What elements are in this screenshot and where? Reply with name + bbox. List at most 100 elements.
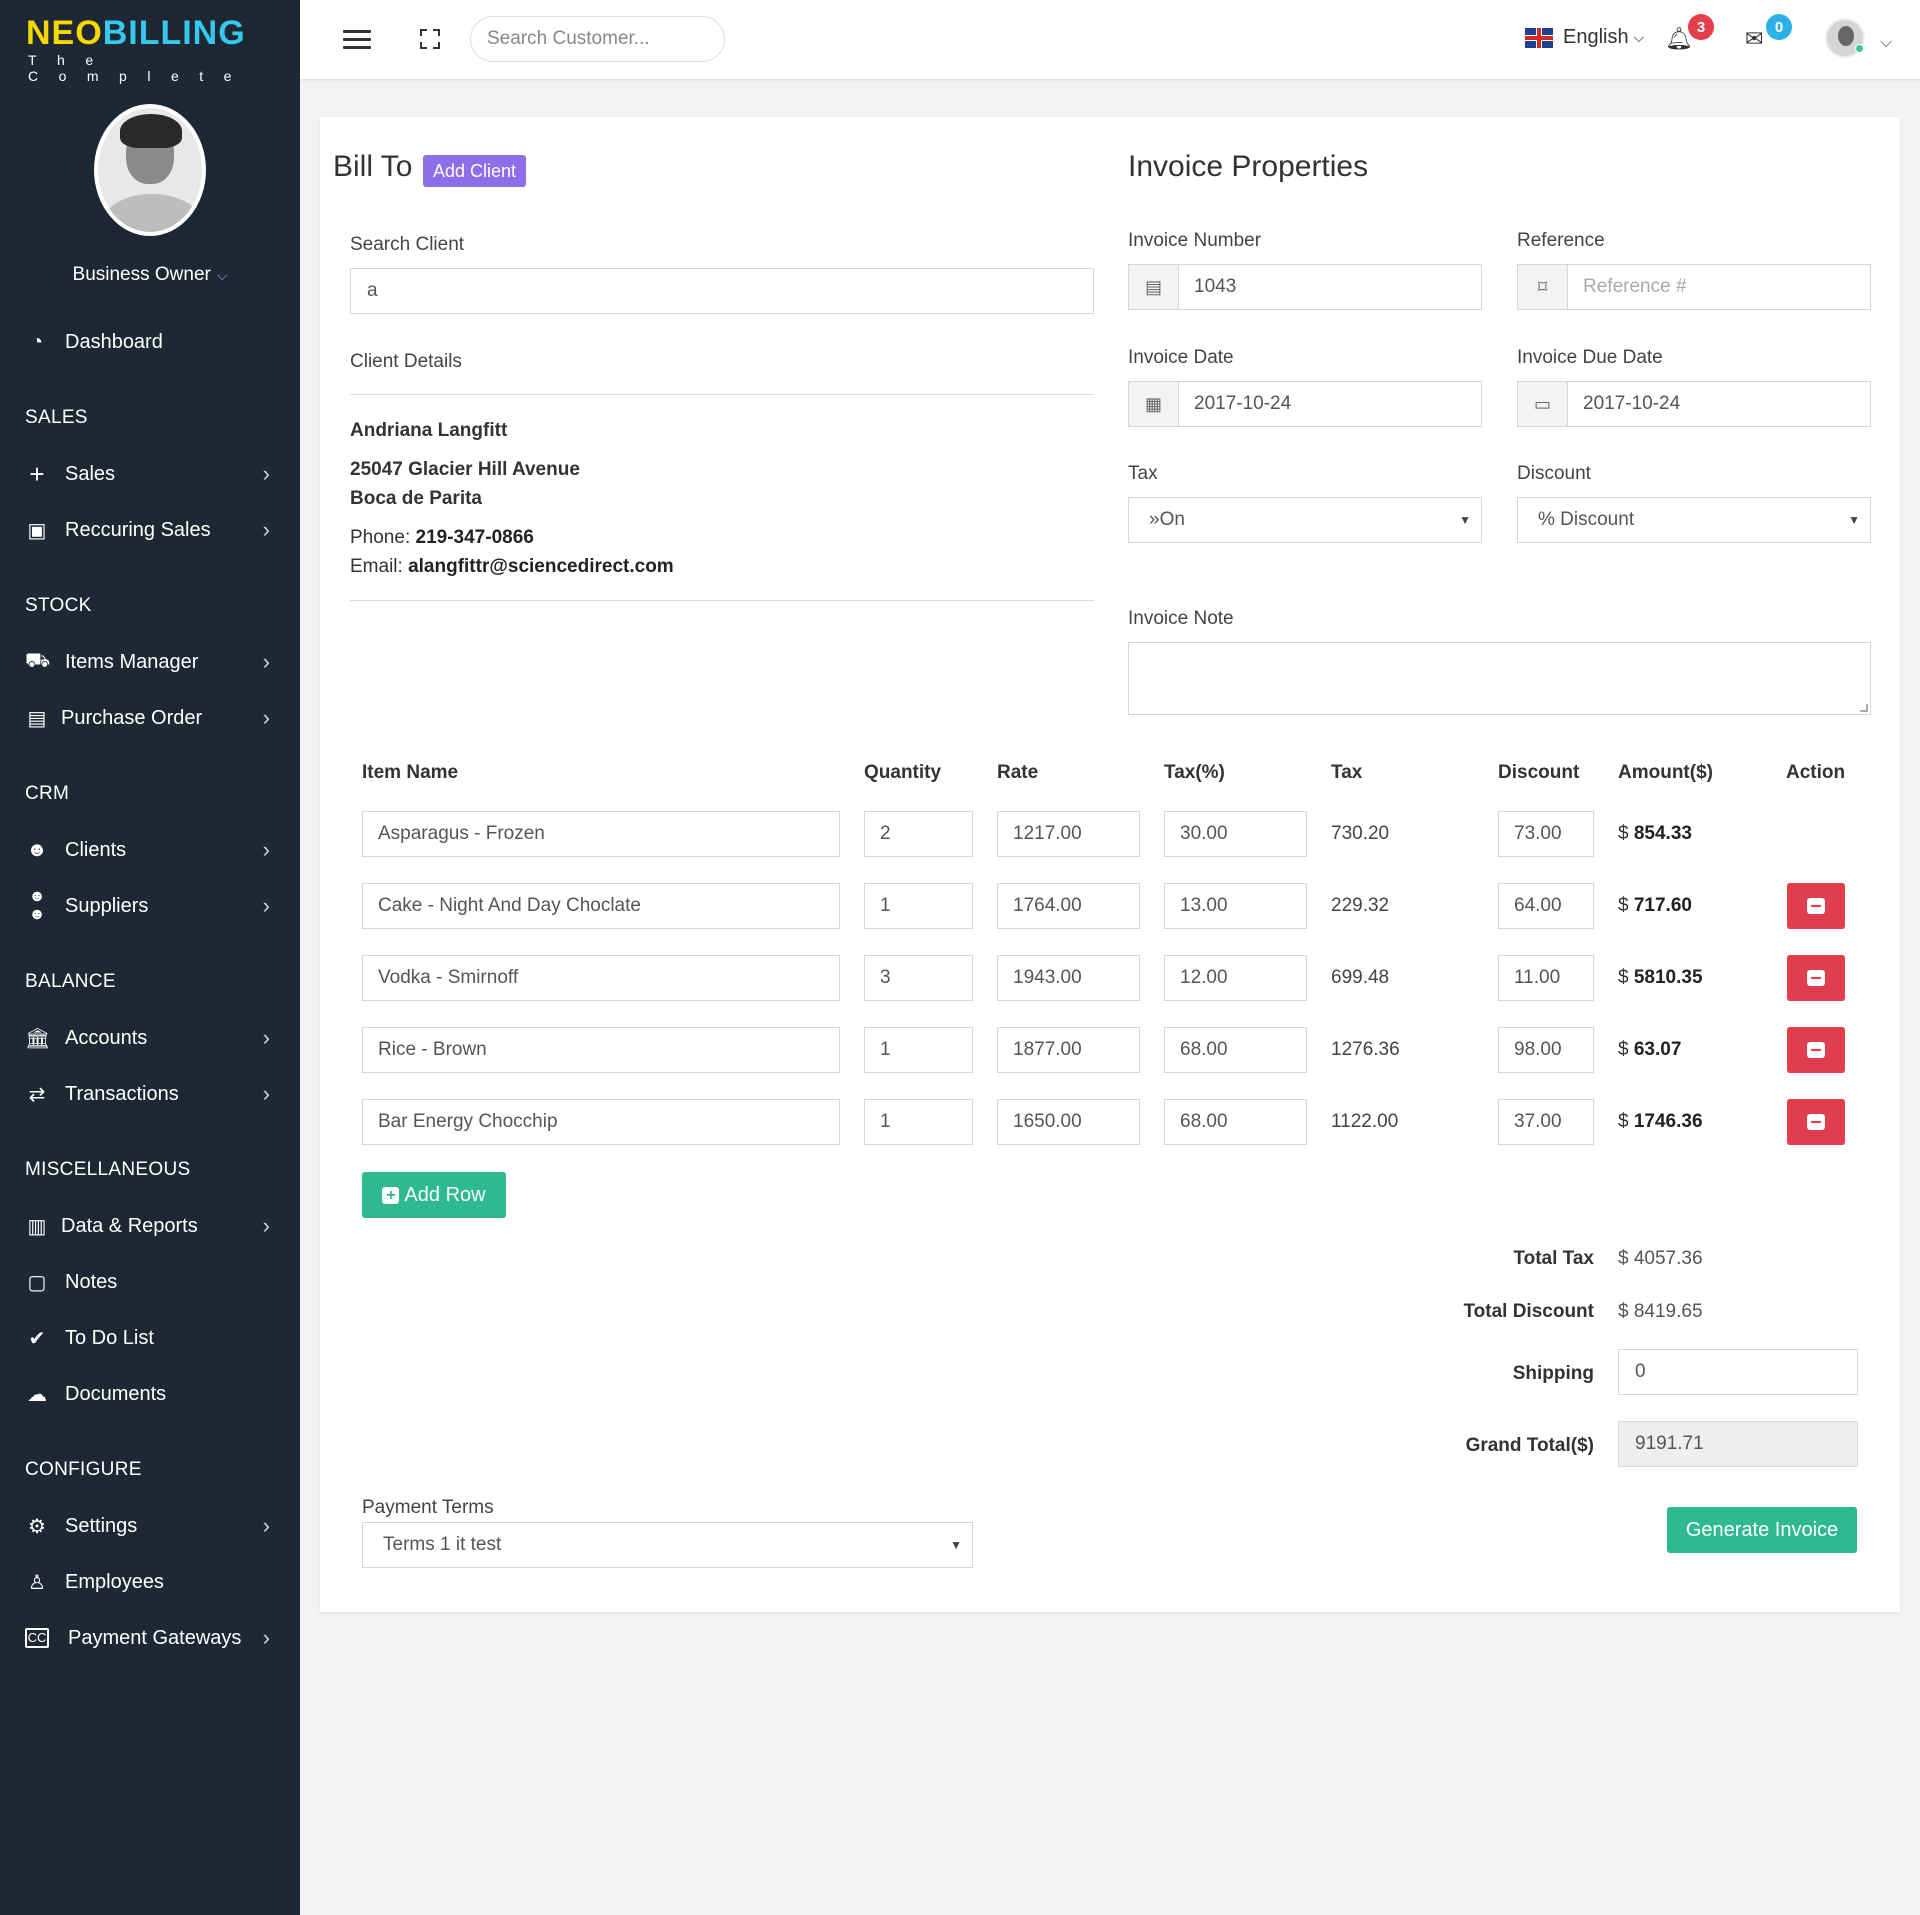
sidebar-item-label: Notes [65,1270,118,1293]
sidebar-item-items-manager[interactable]: ⛟ Items Manager › [0,640,300,684]
invoice-number-field[interactable]: ▤ 1043 [1128,264,1482,310]
amount-number: 63.07 [1633,1039,1682,1060]
rate-input[interactable]: 1764.00 [997,883,1140,929]
generate-invoice-button[interactable]: Generate Invoice [1667,1507,1857,1553]
topbar: English ⌵ 🔔︎ 3 ✉ 0 ⌵ [300,0,1920,80]
file-icon: ▤ [27,707,47,730]
tax-select[interactable]: »On ▼ [1128,497,1482,543]
sidebar-item-purchase-order[interactable]: ▤ Purchase Order › [0,696,300,740]
amount-value: $ 854.33 [1618,823,1692,845]
quantity-input[interactable]: 1 [864,883,973,929]
tax-percent-input[interactable]: 68.00 [1164,1027,1307,1073]
sidebar-item-todo[interactable]: ✔ To Do List [0,1316,300,1360]
fullscreen-icon[interactable] [420,29,440,49]
email-label: Email: [350,556,403,577]
amount-number: 854.33 [1633,823,1692,844]
discount-select[interactable]: % Discount ▼ [1517,497,1871,543]
amount-value: $ 63.07 [1618,1039,1681,1061]
quantity-input[interactable]: 2 [864,811,973,857]
chevron-right-icon: › [262,1213,270,1238]
reference-field[interactable]: ⌑ Reference # [1517,264,1871,310]
item-name-input[interactable]: Rice - Brown [362,1027,840,1073]
remove-row-button[interactable] [1787,955,1845,1001]
tax-percent-input[interactable]: 30.00 [1164,811,1307,857]
divider [350,600,1094,601]
discount-input[interactable]: 64.00 [1498,883,1594,929]
add-client-button[interactable]: Add Client [423,155,527,187]
item-name-input[interactable]: Asparagus - Frozen [362,811,840,857]
quantity-input[interactable]: 3 [864,955,973,1001]
sidebar-item-documents[interactable]: ☁ Documents [0,1372,300,1416]
envelope-icon[interactable]: ✉ [1745,26,1763,52]
discount-select-value: % Discount [1538,509,1635,530]
invoice-note-textarea[interactable] [1128,642,1871,715]
document-icon: ▤ [1129,265,1179,309]
discount-input[interactable]: 11.00 [1498,955,1594,1001]
bank-icon: 🏛 [25,1027,51,1050]
language-selector[interactable]: English ⌵ [1525,26,1644,49]
profile: Business Owner ⌵ [0,104,300,286]
profile-avatar[interactable] [94,104,206,236]
sidebar-item-settings[interactable]: ⚙ Settings › [0,1504,300,1548]
logo[interactable]: NEOBILLING The Complete [0,0,300,84]
quantity-input[interactable]: 1 [864,1027,973,1073]
sidebar-item-employees[interactable]: ♙ Employees [0,1560,300,1604]
tax-label: Tax [1128,463,1158,484]
search-client-input[interactable]: a [350,268,1094,314]
tax-percent-input[interactable]: 13.00 [1164,883,1307,929]
email-value: alangfittr@sciencedirect.com [408,556,674,577]
rate-input[interactable]: 1877.00 [997,1027,1140,1073]
item-name-input[interactable]: Cake - Night And Day Choclate [362,883,840,929]
item-name-input[interactable]: Bar Energy Chocchip [362,1099,840,1145]
rate-input[interactable]: 1943.00 [997,955,1140,1001]
section-miscellaneous: MISCELLANEOUS [25,1159,191,1180]
sidebar-item-suppliers[interactable]: ☻☻ Suppliers › [0,884,300,928]
section-stock: STOCK [25,595,92,616]
sidebar-item-payment-gateways[interactable]: CC Payment Gateways › [0,1616,300,1660]
profile-name-toggle[interactable]: Business Owner ⌵ [0,264,300,286]
remove-row-button[interactable] [1787,1099,1845,1145]
rate-input[interactable]: 1650.00 [997,1099,1140,1145]
shipping-input[interactable]: 0 [1618,1349,1858,1395]
rate-input[interactable]: 1217.00 [997,811,1140,857]
remove-row-button[interactable] [1787,1027,1845,1073]
total-tax-value: $ 4057.36 [1618,1248,1703,1269]
logo-neo: NEO [26,14,103,52]
quantity-input[interactable]: 1 [864,1099,973,1145]
sidebar-item-recurring-sales[interactable]: ▣ Reccuring Sales › [0,508,300,552]
plus-square-icon: + [382,1186,400,1204]
sidebar-item-accounts[interactable]: 🏛 Accounts › [0,1016,300,1060]
amount-number: 5810.35 [1633,967,1703,988]
item-name-input[interactable]: Vodka - Smirnoff [362,955,840,1001]
resize-handle[interactable] [1860,704,1868,712]
sidebar-item-data-reports[interactable]: ▥ Data & Reports › [0,1204,300,1248]
payment-terms-select[interactable]: Terms 1 it test ▼ [362,1522,973,1568]
invoice-note-label: Invoice Note [1128,608,1234,629]
invoice-due-date-field[interactable]: ▭ 2017-10-24 [1517,381,1871,427]
tax-percent-input[interactable]: 12.00 [1164,955,1307,1001]
sidebar-item-notes[interactable]: ▢ Notes [0,1260,300,1304]
tax-value: 699.48 [1331,967,1390,988]
discount-input[interactable]: 37.00 [1498,1099,1594,1145]
header-tax-percent: Tax(%) [1164,762,1225,783]
header-action: Action [1786,762,1846,783]
tax-percent-input[interactable]: 68.00 [1164,1099,1307,1145]
invoice-date-field[interactable]: ▦ 2017-10-24 [1128,381,1482,427]
menu-toggle-icon[interactable] [343,30,371,50]
sidebar-item-label: Employees [65,1570,164,1593]
sidebar-item-dashboard[interactable]: ◔ Dashboard [0,320,300,364]
tax-value: 229.32 [1331,895,1390,916]
section-crm: CRM [25,783,70,804]
sidebar-item-clients[interactable]: ☻ Clients › [0,828,300,872]
add-row-button[interactable]: + Add Row [362,1172,506,1218]
discount-input[interactable]: 73.00 [1498,811,1594,857]
remove-row-button[interactable] [1787,883,1845,929]
sidebar-item-sales[interactable]: + Sales › [0,452,300,496]
sidebar-item-label: To Do List [65,1326,154,1349]
discount-input[interactable]: 98.00 [1498,1027,1594,1073]
chevron-down-icon[interactable]: ⌵ [1880,34,1892,52]
search-customer-input[interactable] [470,16,725,62]
amount-value: $ 5810.35 [1618,967,1703,989]
sidebar-item-transactions[interactable]: ⇄ Transactions › [0,1072,300,1116]
currency-symbol: $ [1618,1039,1629,1060]
